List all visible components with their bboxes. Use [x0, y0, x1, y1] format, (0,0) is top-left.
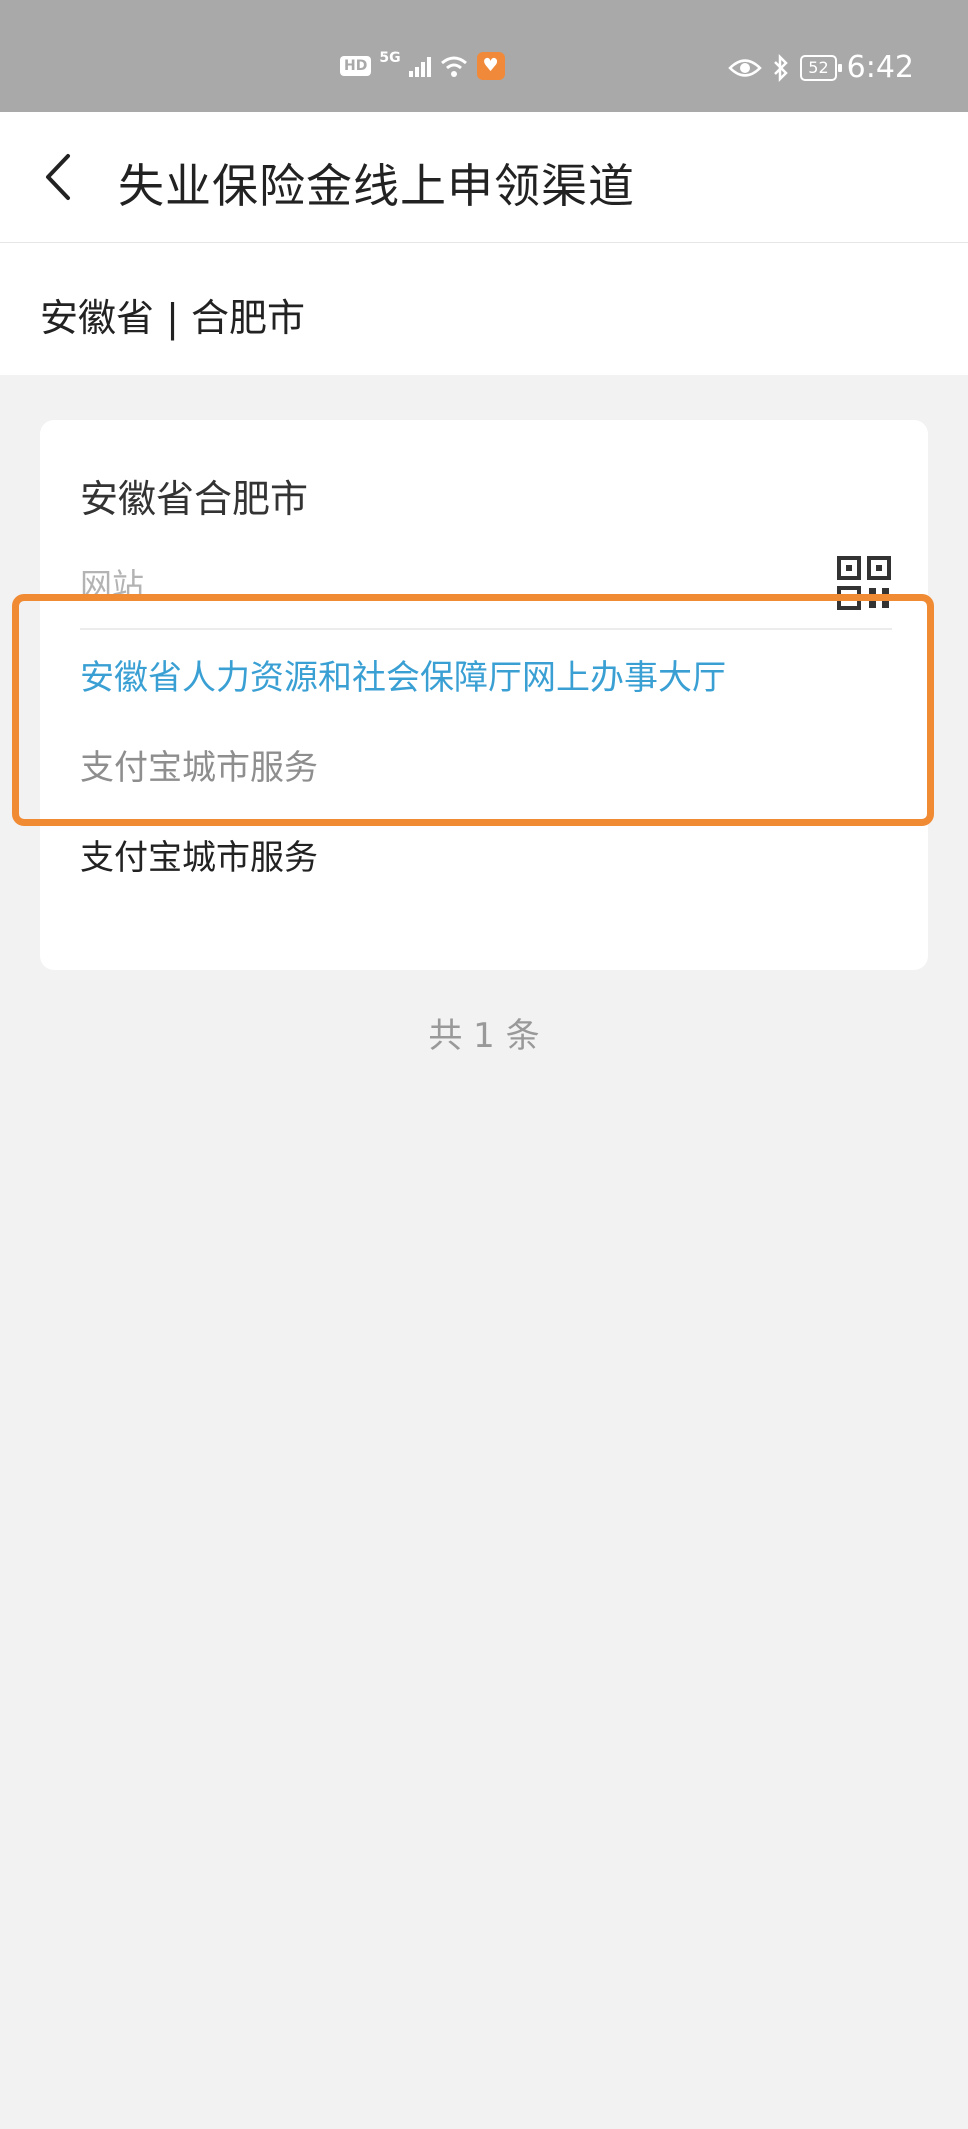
service-value[interactable]: 支付宝城市服务	[80, 830, 318, 879]
hd-icon: HD	[340, 56, 372, 76]
highlight-annotation	[12, 594, 934, 826]
chevron-left-icon[interactable]	[38, 152, 78, 202]
location-text: 安徽省 | 合肥市	[40, 296, 305, 340]
health-app-icon: ♥	[476, 52, 505, 80]
card-title: 安徽省合肥市	[80, 477, 309, 521]
bluetooth-icon	[774, 53, 789, 82]
status-time: 6:42	[846, 50, 914, 85]
status-bar: HD 5G ♥ 52 6:42	[0, 0, 968, 112]
status-right-icons: 52 6:42	[728, 50, 914, 85]
eye-icon	[728, 58, 763, 77]
page-title: 失业保险金线上申领渠道	[118, 159, 635, 213]
signal-icon	[408, 55, 431, 77]
battery-icon: 52	[800, 54, 843, 81]
top-nav-bar: 失业保险金线上申领渠道	[0, 112, 968, 243]
network-type: 5G	[379, 50, 401, 66]
status-left-icons: HD 5G ♥	[340, 50, 505, 80]
location-selector[interactable]: 安徽省 | 合肥市	[0, 243, 968, 375]
result-count: 共 1 条	[428, 1016, 540, 1056]
wifi-icon	[440, 56, 467, 77]
